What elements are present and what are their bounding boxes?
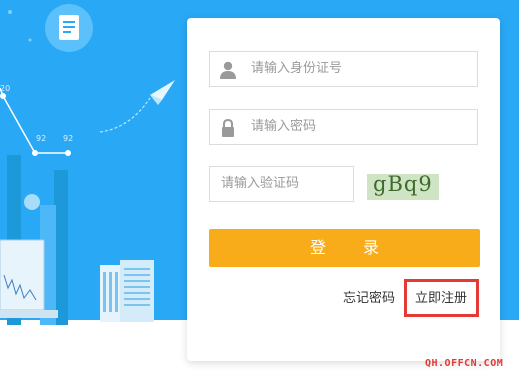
password-placeholder: 请输入密码 — [251, 119, 317, 134]
password-input[interactable]: 请输入密码 — [209, 109, 478, 145]
watermark: QH.OFFCN.COM — [425, 358, 504, 369]
id-number-placeholder: 请输入身份证号 — [251, 61, 343, 76]
chart-tick-label: 92 — [63, 134, 74, 143]
chart-tick-label: 92 — [36, 134, 47, 143]
register-link[interactable]: 立即注册 — [415, 289, 467, 309]
captcha-placeholder: 请输入验证码 — [221, 176, 300, 191]
chart-tick-label: 20 — [0, 84, 11, 93]
chart-bar — [54, 170, 68, 325]
captcha-input[interactable]: 请输入验证码 — [209, 166, 354, 202]
login-button[interactable]: 登 录 — [209, 229, 480, 267]
laptop-screen — [0, 239, 45, 311]
register-highlight: 立即注册 — [404, 279, 479, 317]
data-illustration — [0, 4, 175, 325]
id-number-input[interactable]: 请输入身份证号 — [209, 51, 478, 87]
forgot-password-link[interactable]: 忘记密码 — [343, 289, 395, 309]
captcha-text: gBq9 — [373, 174, 433, 196]
captcha-image[interactable]: gBq9 — [367, 174, 439, 200]
document-icon — [59, 15, 79, 40]
paper-plane-icon — [99, 80, 175, 133]
user-icon — [220, 61, 236, 79]
lock-icon — [222, 118, 234, 137]
